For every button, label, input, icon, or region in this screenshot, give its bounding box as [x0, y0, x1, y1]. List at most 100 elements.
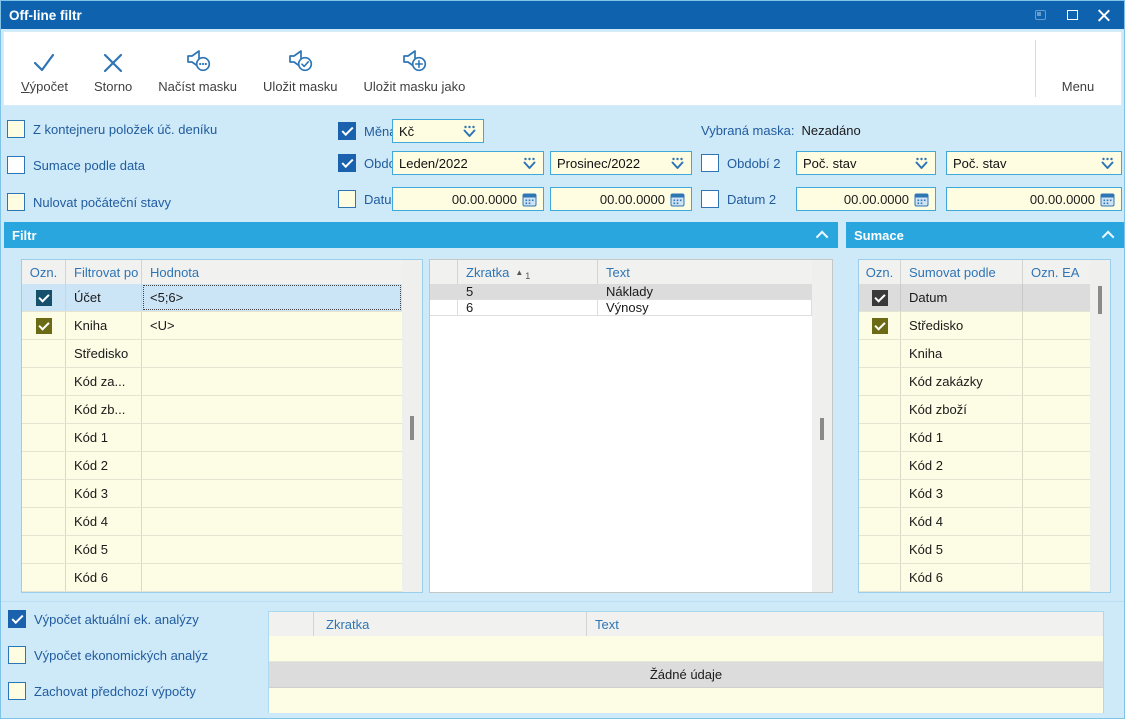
row-checkbox[interactable] [35, 317, 52, 334]
filter-field-cell[interactable]: Kniha [66, 312, 142, 339]
menu-button[interactable]: Menu [1035, 32, 1121, 105]
filter-value-cell[interactable] [142, 564, 402, 591]
zkratka-cell[interactable]: 6 [458, 300, 598, 315]
obdobi-checkbox[interactable] [338, 154, 356, 172]
maximize-button[interactable] [1056, 1, 1088, 29]
dropdown-icon[interactable] [523, 157, 536, 170]
table-row[interactable]: Účet <5;6> [22, 284, 422, 312]
column-header-ozn[interactable]: Ozn. [859, 260, 901, 284]
ozn-ea-cell[interactable] [1023, 424, 1090, 451]
filter-value-cell[interactable] [142, 340, 402, 367]
mena-checkbox[interactable] [338, 122, 356, 140]
ulozit-masku-jako-button[interactable]: Uložit masku jako [350, 37, 478, 101]
filter-field-cell[interactable]: Kód 5 [66, 536, 142, 563]
filter-value-cell[interactable] [142, 368, 402, 395]
filter-value-cell[interactable] [142, 396, 402, 423]
ozn-ea-cell[interactable] [1023, 536, 1090, 563]
row-checkbox[interactable] [871, 289, 888, 306]
filter-value-cell[interactable]: <U> [142, 312, 402, 339]
column-header-ozn-ea[interactable]: Ozn. EA [1023, 260, 1090, 284]
ozn-ea-cell[interactable] [1023, 284, 1090, 311]
obdobi-from-select[interactable]: Leden/2022 [392, 151, 544, 175]
row-indicator-cell[interactable] [430, 284, 458, 299]
filter-field-cell[interactable]: Kód 4 [66, 508, 142, 535]
filter-field-cell[interactable]: Středisko [66, 340, 142, 367]
storno-button[interactable]: Storno [81, 37, 145, 101]
ozn-ea-cell[interactable] [1023, 480, 1090, 507]
table-row[interactable]: Kód zb... [22, 396, 422, 424]
calendar-icon[interactable] [670, 192, 685, 207]
dropdown-icon[interactable] [915, 157, 928, 170]
table-row[interactable]: 5 Náklady [430, 284, 832, 300]
lookup-scrollbar-thumb[interactable] [820, 418, 824, 440]
datum2-checkbox[interactable] [701, 190, 719, 208]
ozn-cell[interactable] [22, 424, 66, 451]
table-row[interactable]: Kód 5 [22, 536, 422, 564]
column-header-zkratka[interactable]: Zkratka [314, 612, 587, 636]
ozn-cell[interactable] [22, 564, 66, 591]
ozn-cell[interactable] [22, 284, 66, 311]
column-header-filtrovat-po[interactable]: Filtrovat po [66, 260, 142, 284]
table-row[interactable]: Kód 3 [859, 480, 1110, 508]
calendar-icon[interactable] [522, 192, 537, 207]
option-z-kontejneru[interactable]: Z kontejneru položek úč. deníku [7, 120, 217, 138]
table-row[interactable]: 6 Výnosy [430, 300, 832, 316]
table-row[interactable]: Kód zboží [859, 396, 1110, 424]
dropdown-icon[interactable] [1101, 157, 1114, 170]
ozn-cell[interactable] [859, 508, 901, 535]
column-header-ozn[interactable]: Ozn. [22, 260, 66, 284]
ozn-ea-cell[interactable] [1023, 564, 1090, 591]
mena-select[interactable]: Kč [392, 119, 484, 143]
close-button[interactable] [1088, 1, 1120, 29]
table-row[interactable]: Kód 1 [22, 424, 422, 452]
filtr-collapse-button[interactable] [813, 225, 833, 245]
table-row[interactable]: Kód za... [22, 368, 422, 396]
table-row[interactable]: Kód 5 [859, 536, 1110, 564]
ozn-cell[interactable] [859, 340, 901, 367]
table-row[interactable]: Kód zakázky [859, 368, 1110, 396]
checkbox[interactable] [8, 646, 26, 664]
table-row[interactable]: Kód 6 [859, 564, 1110, 592]
ozn-cell[interactable] [22, 508, 66, 535]
table-row[interactable]: Kód 2 [859, 452, 1110, 480]
option-nulovat-stavy[interactable]: Nulovat počáteční stavy [7, 193, 171, 211]
ozn-cell[interactable] [859, 424, 901, 451]
sum-field-cell[interactable]: Kód 6 [901, 564, 1023, 591]
ozn-cell[interactable] [859, 396, 901, 423]
checkbox[interactable] [8, 610, 26, 628]
checkbox[interactable] [7, 193, 25, 211]
sum-field-cell[interactable]: Kód 2 [901, 452, 1023, 479]
column-header-sumovat-podle[interactable]: Sumovat podle [901, 260, 1023, 284]
sum-field-cell[interactable]: Datum [901, 284, 1023, 311]
ozn-ea-cell[interactable] [1023, 340, 1090, 367]
table-row[interactable]: Kód 3 [22, 480, 422, 508]
table-row[interactable]: Středisko [22, 340, 422, 368]
calendar-icon[interactable] [1100, 192, 1115, 207]
column-header-text[interactable]: Text [587, 612, 1103, 636]
option-sumace-podle-data[interactable]: Sumace podle data [7, 156, 145, 174]
option-vypocet-ekonomickych[interactable]: Výpočet ekonomických analýz [8, 646, 208, 664]
datum-to-input[interactable]: 00.00.0000 [550, 187, 692, 211]
option-vypocet-aktualni[interactable]: Výpočet aktuální ek. analýzy [8, 610, 199, 628]
minimize-button[interactable] [1024, 1, 1056, 29]
ozn-cell[interactable] [859, 284, 901, 311]
sum-field-cell[interactable]: Kód 3 [901, 480, 1023, 507]
sum-field-cell[interactable]: Kód 1 [901, 424, 1023, 451]
obdobi2-to-select[interactable]: Poč. stav [946, 151, 1122, 175]
filter-field-cell[interactable]: Kód za... [66, 368, 142, 395]
column-header-text[interactable]: Text [598, 260, 812, 284]
filter-value-cell[interactable] [142, 508, 402, 535]
ozn-cell[interactable] [22, 340, 66, 367]
ozn-cell[interactable] [859, 480, 901, 507]
ozn-ea-cell[interactable] [1023, 508, 1090, 535]
column-header-hodnota[interactable]: Hodnota [142, 260, 402, 284]
checkbox[interactable] [7, 120, 25, 138]
ozn-cell[interactable] [22, 536, 66, 563]
ozn-cell[interactable] [859, 564, 901, 591]
ozn-cell[interactable] [22, 312, 66, 339]
table-row[interactable]: Kód 4 [859, 508, 1110, 536]
row-indicator-cell[interactable] [430, 300, 458, 315]
filter-field-cell[interactable]: Kód 3 [66, 480, 142, 507]
ulozit-masku-button[interactable]: Uložit masku [250, 37, 350, 101]
sumace-scrollbar-thumb[interactable] [1098, 286, 1102, 314]
